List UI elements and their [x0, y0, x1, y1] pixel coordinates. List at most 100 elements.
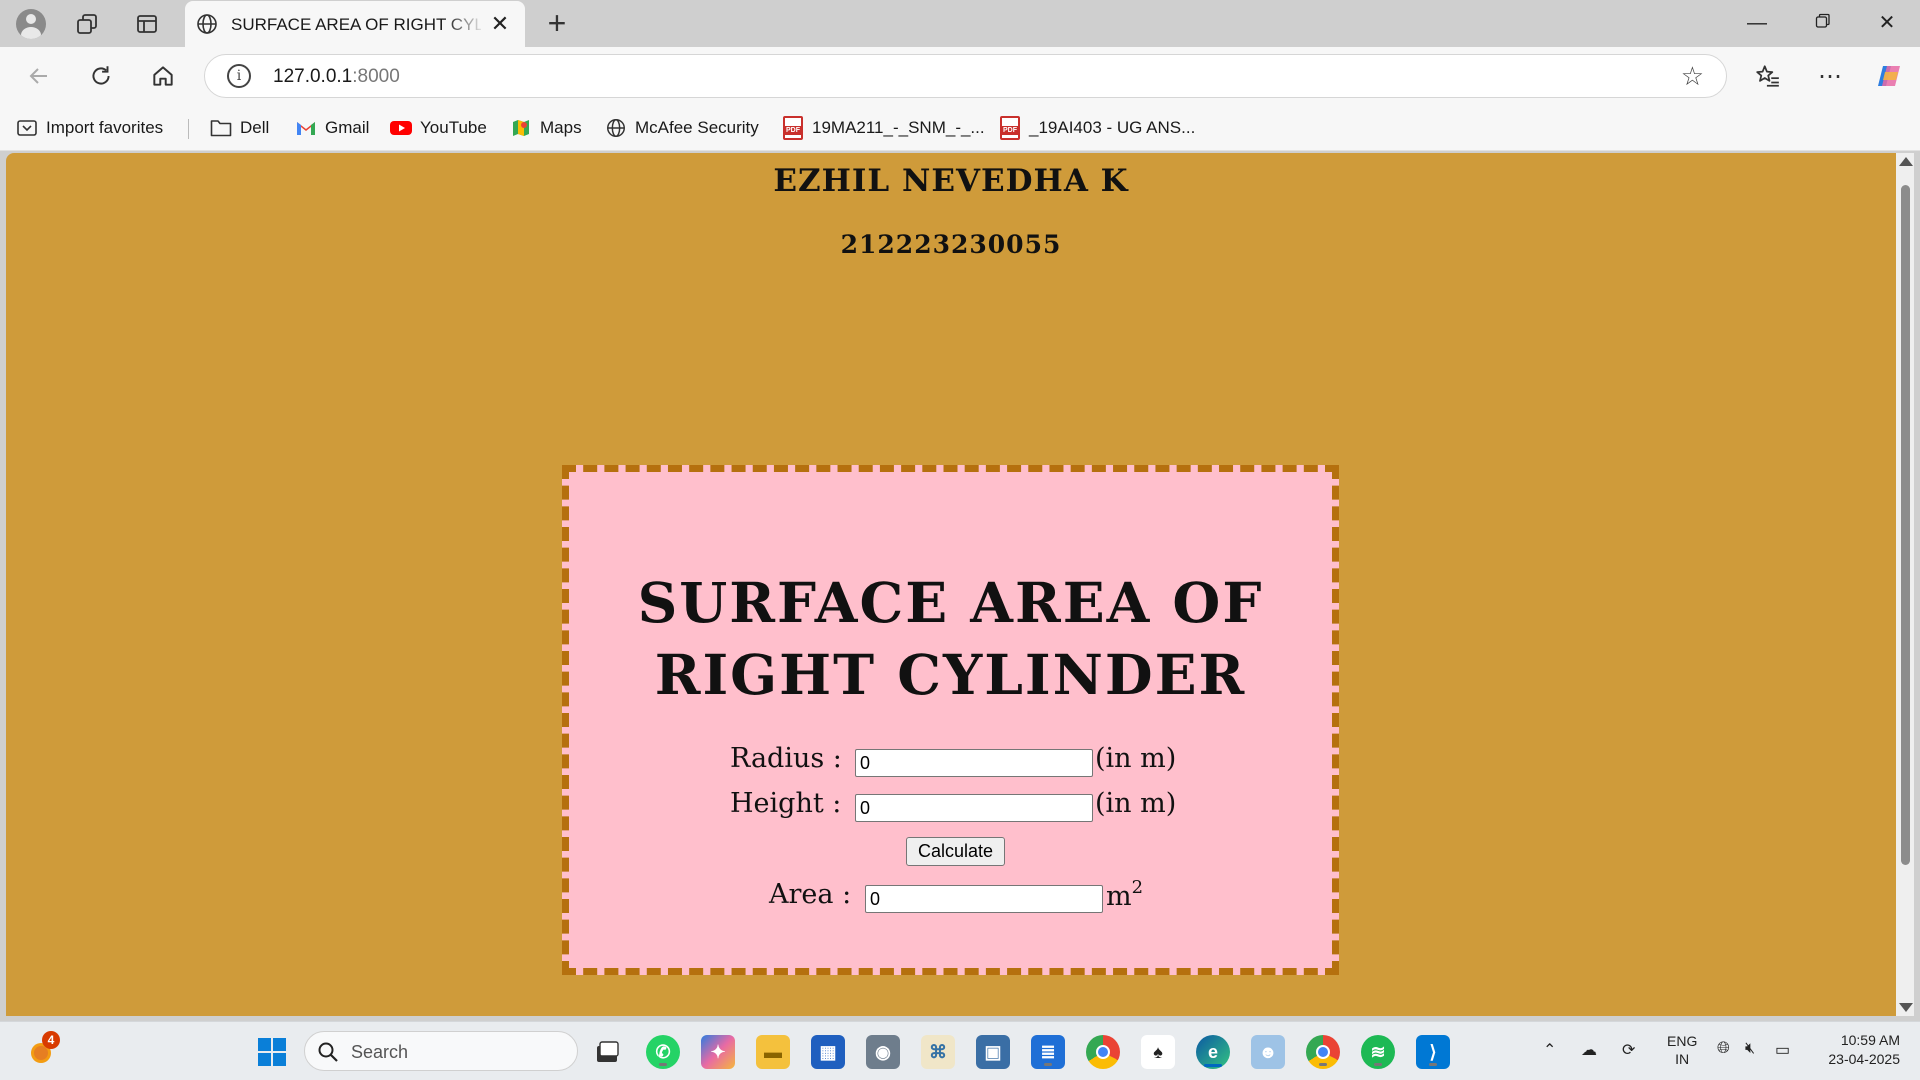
area-unit-exponent: 2	[1131, 877, 1144, 898]
chrome-app[interactable]	[1086, 1035, 1120, 1069]
favorites-button[interactable]	[1749, 57, 1787, 95]
whatsapp-icon: ✆	[655, 1041, 671, 1062]
microsoft-store-app[interactable]: ▦	[811, 1035, 845, 1069]
spotify-icon: ≋	[1370, 1041, 1386, 1062]
import-icon	[16, 117, 38, 139]
favorite-label: 19MA211_-_SNM_-_...	[812, 118, 985, 137]
area-output[interactable]	[865, 885, 1103, 913]
close-tab-button[interactable]: ✕	[488, 12, 512, 36]
web-page: EZHIL NEVEDHA K 212223230055 SURFACE ARE…	[6, 153, 1896, 1016]
vertical-tabs-button[interactable]	[129, 6, 165, 42]
close-window-button[interactable]: ✕	[1867, 8, 1907, 38]
avatar-icon	[16, 9, 46, 39]
language-code: ENG	[1667, 1033, 1698, 1049]
student-name: EZHIL NEVEDHA K	[773, 163, 1129, 199]
volume-muted-icon[interactable]: 🔇︎	[1745, 1040, 1755, 1058]
restore-button[interactable]	[1803, 8, 1843, 38]
address-bar[interactable]: i 127.0.0.1:8000 ☆	[204, 54, 1727, 98]
edge-app[interactable]: e	[1196, 1035, 1230, 1069]
spotify-app[interactable]: ≋	[1361, 1035, 1395, 1069]
vscode-icon: ⟩	[1429, 1041, 1437, 1062]
search-icon	[318, 1042, 338, 1062]
task-view-button[interactable]	[590, 1035, 624, 1069]
favorite-mcafee[interactable]: McAfee Security	[605, 115, 759, 141]
maps-icon	[510, 117, 532, 139]
height-input[interactable]	[855, 794, 1093, 822]
taskbar-search-box[interactable]: Search	[304, 1031, 578, 1071]
area-unit: m2	[1106, 877, 1143, 912]
onedrive-icon[interactable]: ☁	[1581, 1040, 1597, 1060]
vscode-app[interactable]: ⟩	[1416, 1035, 1450, 1069]
favorite-label: Maps	[540, 118, 582, 137]
weather-widget[interactable]: 4	[24, 1031, 60, 1069]
favorite-maps[interactable]: Maps	[510, 115, 582, 141]
favorite-label: Gmail	[325, 118, 370, 137]
language-indicator[interactable]: ENG IN	[1667, 1032, 1697, 1068]
favorite-label: Import favorites	[46, 118, 164, 137]
page-scrollbar[interactable]	[1896, 153, 1914, 1016]
url-host: 127.0.0.1	[273, 66, 353, 87]
favorite-gmail[interactable]: Gmail	[295, 115, 369, 141]
copilot-icon	[1878, 66, 1900, 86]
calculate-button[interactable]: Calculate	[906, 837, 1005, 866]
chrome-icon	[1096, 1045, 1110, 1059]
refresh-icon	[92, 66, 110, 85]
photos-app[interactable]: ☻	[1251, 1035, 1285, 1069]
workspaces-button[interactable]	[69, 6, 105, 42]
back-button[interactable]	[20, 57, 58, 95]
favorite-import[interactable]: Import favorites	[16, 115, 163, 141]
url-port: :8000	[352, 66, 400, 87]
battery-icon[interactable]: ▭	[1775, 1040, 1790, 1060]
notepad-app[interactable]: ≣	[1031, 1035, 1065, 1069]
remote-desktop-app[interactable]: ▣	[976, 1035, 1010, 1069]
tab-title-fade	[445, 11, 485, 37]
scrollbar-thumb[interactable]	[1901, 185, 1910, 865]
student-register-number: 212223230055	[840, 230, 1062, 259]
favorite-dell[interactable]: Dell	[210, 115, 269, 141]
home-button[interactable]	[144, 57, 182, 95]
start-button[interactable]	[255, 1035, 289, 1069]
add-favorite-star-icon[interactable]: ☆	[1681, 61, 1704, 92]
python-icon: ⌘	[929, 1041, 947, 1062]
restore-icon	[1815, 13, 1830, 28]
sync-icon[interactable]: ⟳	[1622, 1040, 1635, 1060]
favorite-youtube[interactable]: YouTube	[390, 115, 487, 141]
favorite-pdf-19ai403[interactable]: _19AI403 - UG ANS...	[999, 115, 1195, 141]
tab-title: SURFACE AREA OF RIGHT CYLINDER	[231, 15, 481, 34]
active-tab[interactable]: SURFACE AREA OF RIGHT CYLINDER ✕	[185, 1, 525, 47]
network-globe-icon[interactable]: 🌐︎	[1717, 1040, 1730, 1058]
url-text: 127.0.0.1:8000	[273, 66, 400, 88]
radius-input[interactable]	[855, 749, 1093, 777]
monitor-icon: ▣	[984, 1041, 1002, 1062]
search-placeholder: Search	[351, 1042, 409, 1062]
whatsapp-app[interactable]: ✆	[646, 1035, 680, 1069]
favorite-label: _19AI403 - UG ANS...	[1029, 118, 1196, 137]
refresh-button[interactable]	[82, 57, 120, 95]
new-tab-button[interactable]: +	[540, 7, 574, 41]
chrome-profile-app[interactable]	[1306, 1035, 1340, 1069]
profile-avatar[interactable]	[13, 6, 49, 42]
navigation-bar: i 127.0.0.1:8000 ☆ ⋯	[0, 47, 1920, 105]
file-explorer-app[interactable]: ▬	[756, 1035, 790, 1069]
scroll-up-arrow-icon[interactable]	[1899, 157, 1913, 166]
python-launcher-app[interactable]: ⌘	[921, 1035, 955, 1069]
gmail-icon	[295, 117, 317, 139]
copilot-app[interactable]: ✦	[701, 1035, 735, 1069]
favorite-pdf-19ma211[interactable]: 19MA211_-_SNM_-_...	[782, 115, 985, 141]
area-label: Area :	[769, 879, 852, 910]
minimize-button[interactable]: ―	[1737, 8, 1777, 38]
system-clock[interactable]: 10:59 AM 23-04-2025	[1810, 1031, 1900, 1069]
scroll-down-arrow-icon[interactable]	[1899, 1003, 1913, 1012]
camera-app[interactable]: ◉	[866, 1035, 900, 1069]
copilot-button[interactable]	[1870, 57, 1908, 95]
solitaire-app[interactable]: ♠	[1141, 1035, 1175, 1069]
favorites-bar: Import favorites Dell Gmail YouTube Maps…	[0, 105, 1920, 151]
notepad-icon: ≣	[1040, 1041, 1056, 1062]
store-icon: ▦	[819, 1041, 837, 1062]
show-hidden-icons-chevron-icon[interactable]: ⌃	[1543, 1040, 1556, 1060]
favorite-label: YouTube	[420, 118, 487, 137]
site-info-icon[interactable]: i	[227, 64, 251, 88]
cards-icon: ♠	[1153, 1041, 1163, 1062]
more-options-button[interactable]: ⋯	[1811, 57, 1849, 95]
favorites-divider	[188, 119, 189, 139]
